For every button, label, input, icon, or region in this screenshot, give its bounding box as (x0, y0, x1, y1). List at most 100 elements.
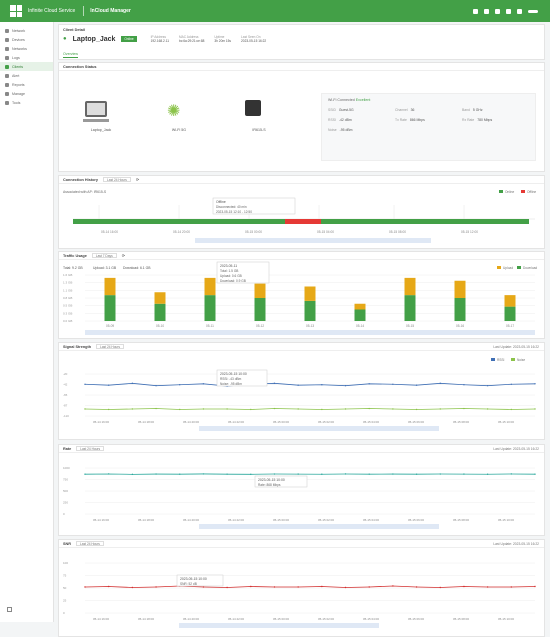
data-point[interactable] (392, 384, 393, 385)
data-point[interactable] (155, 586, 156, 587)
data-point[interactable] (179, 384, 180, 385)
data-point[interactable] (416, 474, 417, 475)
data-point[interactable] (297, 473, 298, 474)
data-point[interactable] (534, 383, 535, 384)
range-select[interactable]: Last 24 Hours (76, 446, 104, 451)
sidebar-item[interactable]: Alert (0, 71, 53, 80)
data-point[interactable] (108, 586, 109, 587)
bar-download[interactable] (405, 295, 416, 321)
sidebar-item[interactable]: Network (0, 26, 53, 35)
data-point[interactable] (416, 586, 417, 587)
data-point[interactable] (274, 586, 275, 587)
bar-download[interactable] (255, 298, 266, 321)
data-point[interactable] (463, 473, 464, 474)
sidebar-item[interactable]: Manage (0, 89, 53, 98)
data-point[interactable] (84, 586, 85, 587)
bar-upload[interactable] (305, 287, 316, 301)
bar-download[interactable] (505, 307, 516, 321)
zoom-slider[interactable] (199, 426, 439, 431)
notification-icon[interactable] (473, 9, 478, 14)
bar-download[interactable] (155, 304, 166, 321)
bar-download[interactable] (355, 310, 366, 322)
data-point[interactable] (132, 383, 133, 384)
data-point[interactable] (203, 383, 204, 384)
refresh-icon[interactable]: ⟳ (122, 253, 125, 258)
app-grid-icon[interactable] (10, 5, 22, 17)
range-select[interactable]: Last 24 Hours (76, 541, 104, 546)
bar-upload[interactable] (405, 278, 416, 295)
data-point[interactable] (226, 408, 227, 409)
bar-download[interactable] (305, 301, 316, 321)
sidebar-item[interactable]: Tools (0, 98, 53, 107)
data-point[interactable] (511, 586, 512, 587)
data-point[interactable] (440, 473, 441, 474)
tab-overview[interactable]: Overview (63, 52, 78, 58)
data-point[interactable] (416, 385, 417, 386)
range-select[interactable]: Last 24 Hours (103, 177, 131, 182)
data-point[interactable] (250, 586, 251, 587)
data-point[interactable] (345, 385, 346, 386)
data-point[interactable] (369, 408, 370, 409)
data-point[interactable] (179, 409, 180, 410)
data-point[interactable] (297, 408, 298, 409)
bar-upload[interactable] (505, 295, 516, 307)
data-point[interactable] (345, 408, 346, 409)
settings-icon[interactable] (517, 9, 522, 14)
range-select[interactable]: Last 24 Hours (96, 344, 124, 349)
data-point[interactable] (463, 384, 464, 385)
data-point[interactable] (392, 408, 393, 409)
bar-download[interactable] (205, 295, 216, 321)
docs-icon[interactable] (495, 9, 500, 14)
user-icon[interactable] (484, 9, 489, 14)
data-point[interactable] (392, 473, 393, 474)
sidebar-item[interactable]: Networks (0, 44, 53, 53)
data-point[interactable] (511, 384, 512, 385)
bar-download[interactable] (105, 295, 116, 321)
data-point[interactable] (416, 409, 417, 410)
data-point[interactable] (463, 586, 464, 587)
data-point[interactable] (297, 385, 298, 386)
data-point[interactable] (534, 408, 535, 409)
data-point[interactable] (440, 383, 441, 384)
data-point[interactable] (369, 473, 370, 474)
data-point[interactable] (369, 586, 370, 587)
data-point[interactable] (369, 383, 370, 384)
bar-upload[interactable] (455, 281, 466, 298)
data-point[interactable] (487, 385, 488, 386)
data-point[interactable] (203, 586, 204, 587)
data-point[interactable] (203, 473, 204, 474)
zoom-slider[interactable] (199, 524, 439, 529)
data-point[interactable] (463, 408, 464, 409)
data-point[interactable] (321, 474, 322, 475)
data-point[interactable] (274, 408, 275, 409)
data-point[interactable] (84, 473, 85, 474)
bar-upload[interactable] (205, 278, 216, 295)
bar-download[interactable] (455, 298, 466, 321)
refresh-icon[interactable]: ⟳ (136, 177, 139, 182)
data-point[interactable] (321, 384, 322, 385)
data-point[interactable] (534, 473, 535, 474)
data-point[interactable] (108, 409, 109, 410)
range-select[interactable]: Last 7 Days (92, 253, 117, 258)
data-point[interactable] (321, 586, 322, 587)
data-point[interactable] (345, 473, 346, 474)
data-point[interactable] (203, 408, 204, 409)
collapse-icon[interactable] (7, 607, 12, 612)
data-point[interactable] (155, 385, 156, 386)
sidebar-item[interactable]: Clients (0, 62, 53, 71)
data-point[interactable] (84, 408, 85, 409)
zoom-slider[interactable] (85, 330, 535, 335)
account-menu[interactable] (528, 10, 538, 13)
data-point[interactable] (321, 409, 322, 410)
bar-upload[interactable] (255, 284, 266, 298)
data-point[interactable] (392, 585, 393, 586)
zoom-slider[interactable] (195, 238, 431, 243)
data-point[interactable] (487, 408, 488, 409)
data-point[interactable] (132, 587, 133, 588)
data-point[interactable] (250, 474, 251, 475)
bar-upload[interactable] (355, 304, 366, 310)
data-point[interactable] (274, 473, 275, 474)
zoom-slider[interactable] (179, 623, 379, 628)
data-point[interactable] (511, 409, 512, 410)
data-point[interactable] (534, 586, 535, 587)
